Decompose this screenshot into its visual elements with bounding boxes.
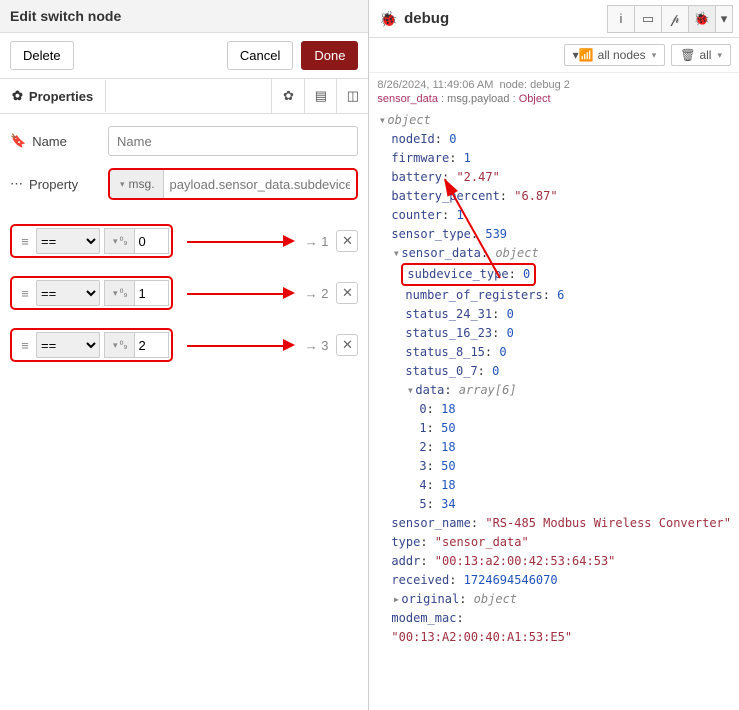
remove-rule-button[interactable]: ✕ [336,282,358,304]
number-type-pill[interactable]: ▾⁰₉ [104,332,135,358]
debug-path: sensor_data : msg.payload : Object [369,91,739,109]
filter-nodes-button[interactable]: ▾📶 all nodes ▾ [564,44,666,66]
property-field[interactable]: ▾ msg. [108,168,358,200]
grip-icon[interactable]: ≡ [14,286,36,301]
debug-tab-icon[interactable]: 🐞 [688,5,716,33]
help-tab-icon[interactable]: ▭ [634,5,662,33]
debug-tree[interactable]: ▾object nodeId: 0 firmware: 1 battery: "… [369,109,739,659]
number-type-pill[interactable]: ▾⁰₉ [104,280,135,306]
property-input[interactable] [164,170,357,198]
info-tab-icon[interactable]: i [607,5,635,33]
filter-nodes-label: all nodes [598,48,646,62]
doc-icon[interactable]: ▤ [304,79,336,113]
name-label-text: Name [32,134,67,149]
done-button[interactable]: Done [301,41,358,70]
name-label: 🔖 Name [10,133,100,149]
bug-icon: 🐞 [379,10,398,28]
value-input[interactable] [135,280,169,306]
output-label: → 3 [305,338,329,353]
operator-select[interactable]: == [36,280,100,306]
gear-icon: ✿ [12,88,23,104]
trash-icon: 🗑 [680,48,695,62]
tab-properties-label: Properties [29,89,93,104]
rule-row: ≡ == ▾⁰₉ → 2 ✕ [10,276,358,310]
number-type-pill[interactable]: ▾⁰₉ [104,228,135,254]
panel-title: Edit switch node [0,0,368,33]
settings-icon[interactable]: ✿ [272,79,304,113]
property-label: ⋯ Property [10,176,100,192]
highlight-subdevice-type: subdevice_type: 0 [401,263,536,286]
remove-rule-button[interactable]: ✕ [336,230,358,252]
appearance-icon[interactable]: ◫ [336,79,368,113]
cancel-button[interactable]: Cancel [227,41,293,70]
operator-select[interactable]: == [36,332,100,358]
msg-prefix-pill[interactable]: ▾ msg. [110,170,164,198]
debug-timestamp: 8/26/2024, 11:49:06 AM node: debug 2 [369,73,739,91]
operator-select[interactable]: == [36,228,100,254]
output-label: → 2 [305,286,329,301]
tab-properties[interactable]: ✿ Properties [0,80,106,112]
grip-icon[interactable]: ≡ [14,234,36,249]
tag-icon: 🔖 [10,133,26,149]
debug-panel-title: 🐞 debug [375,10,608,28]
delete-button[interactable]: Delete [10,41,74,70]
ellipsis-icon: ⋯ [10,176,23,192]
clear-filter-label: all [699,48,711,62]
value-input[interactable] [135,332,169,358]
rule-row: ≡ == ▾⁰₉ → 3 ✕ [10,328,358,362]
name-input[interactable] [108,126,358,156]
caret-down-icon: ▾ [120,179,125,190]
context-tab-icon[interactable]: 𝓅 [661,5,689,33]
value-input[interactable] [135,228,169,254]
rule-row: ≡ == ▾⁰₉ → 1 ✕ [10,224,358,258]
filter-icon: ▾📶 [573,48,594,62]
remove-rule-button[interactable]: ✕ [336,334,358,356]
output-label: → 1 [305,234,329,249]
clear-filter-button[interactable]: 🗑 all ▾ [671,44,731,66]
more-tabs-button[interactable]: ▾ [715,5,733,33]
property-label-text: Property [29,177,78,192]
msg-prefix-text: msg. [129,177,155,191]
grip-icon[interactable]: ≡ [14,338,36,353]
